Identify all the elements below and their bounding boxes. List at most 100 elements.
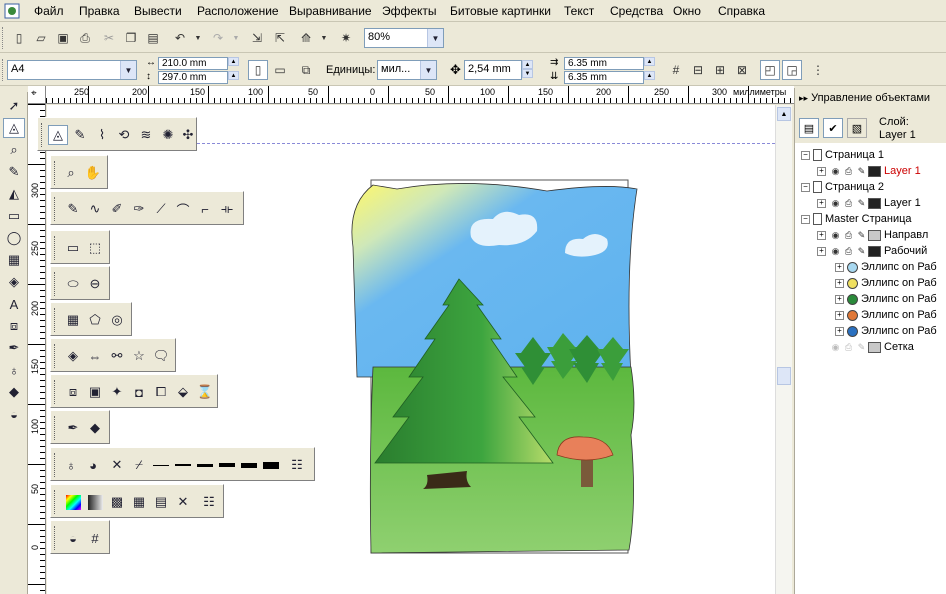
- tree-object-item[interactable]: + Эллипс on Раб: [835, 307, 937, 323]
- tree-object-item[interactable]: + Эллипс on Раб: [835, 291, 937, 307]
- snap-to-objects-icon[interactable]: ⊞: [710, 60, 730, 80]
- expand-toggle-icon[interactable]: −: [801, 182, 810, 192]
- chevron-down-icon[interactable]: ▼: [427, 29, 443, 47]
- expand-toggle-icon[interactable]: +: [817, 198, 826, 208]
- eyedropper-icon[interactable]: ✒: [63, 418, 83, 438]
- visibility-eye-icon[interactable]: ◉: [829, 166, 842, 177]
- visibility-eye-icon[interactable]: ◉: [829, 246, 842, 257]
- visibility-eye-icon[interactable]: ◉: [829, 342, 842, 353]
- three-point-curve-icon[interactable]: ⌒: [173, 199, 193, 219]
- tree-layer-item[interactable]: ◉ ⎙ ✎ Сетка: [817, 339, 914, 355]
- paintbucket-icon[interactable]: ◆: [85, 418, 105, 438]
- copy-icon[interactable]: ❐: [121, 28, 141, 48]
- attract-icon[interactable]: ✣: [178, 125, 198, 145]
- rectangle-icon[interactable]: ▭: [63, 238, 83, 258]
- fountain-fill-icon[interactable]: [85, 492, 105, 512]
- flyout-grip[interactable]: [41, 123, 44, 147]
- expand-toggle-icon[interactable]: +: [835, 310, 844, 320]
- printable-icon[interactable]: ⎙: [842, 342, 855, 353]
- drop-shadow-icon[interactable]: ◘: [129, 382, 149, 402]
- expand-toggle-icon[interactable]: +: [835, 326, 844, 336]
- blend-icon[interactable]: ⧈: [63, 382, 83, 402]
- menu-file[interactable]: Файл: [34, 4, 64, 18]
- zoom-level-select[interactable]: 80% ▼: [364, 28, 444, 48]
- snap-to-guidelines-icon[interactable]: ⊟: [688, 60, 708, 80]
- tree-layer-item[interactable]: + ◉ ⎙ ✎ Layer 1: [817, 163, 921, 179]
- flyout-grip[interactable]: [54, 490, 57, 514]
- tree-page-item[interactable]: − Master Страница: [801, 211, 912, 227]
- menu-window[interactable]: Окно: [673, 4, 701, 18]
- vertical-ruler[interactable]: 300 250 200 150 100 50 0: [28, 104, 46, 594]
- menu-effects[interactable]: Эффекты: [382, 4, 437, 18]
- arrow-shapes-icon[interactable]: ⇔: [85, 346, 105, 366]
- texture-fill-icon[interactable]: ▦: [129, 492, 149, 512]
- no-fill-icon[interactable]: ✕: [173, 492, 193, 512]
- color-docker-icon[interactable]: ☷: [287, 455, 307, 475]
- interactive-fill-tool-icon[interactable]: ◒: [3, 404, 25, 424]
- draw-bounding-icon[interactable]: ◲: [782, 60, 802, 80]
- outline-24-point-icon[interactable]: [261, 455, 281, 475]
- pattern-fill-icon[interactable]: ▩: [107, 492, 127, 512]
- three-point-ellipse-icon[interactable]: ⊖: [85, 274, 105, 294]
- launcher-dropdown-icon[interactable]: ▼: [314, 28, 334, 48]
- toolbar-grip[interactable]: [2, 27, 5, 49]
- menu-edit[interactable]: Правка: [79, 4, 120, 18]
- page-width-input[interactable]: 210.0 mm: [158, 57, 228, 70]
- freehand-icon[interactable]: ✎: [63, 199, 83, 219]
- landscape-icon[interactable]: ▭: [270, 60, 290, 80]
- flyout-grip[interactable]: [54, 380, 57, 404]
- menu-bitmaps[interactable]: Битовые картинки: [450, 4, 551, 18]
- application-launcher-icon[interactable]: ⟰: [296, 28, 316, 48]
- freehand-tool-icon[interactable]: ✎: [3, 162, 25, 182]
- open-icon[interactable]: ▱: [31, 28, 51, 48]
- zoom-tool-icon[interactable]: ⌕: [3, 140, 25, 160]
- outline-1-point-icon[interactable]: [173, 455, 193, 475]
- portrait-icon[interactable]: ▯: [248, 60, 268, 80]
- printable-icon[interactable]: ⎙: [842, 246, 855, 257]
- graph-paper-icon[interactable]: ▦: [63, 310, 83, 330]
- dupy-spin-up[interactable]: ▲: [644, 71, 655, 80]
- flyout-grip[interactable]: [54, 308, 57, 332]
- printable-icon[interactable]: ⎙: [842, 230, 855, 241]
- chevron-down-icon[interactable]: ▼: [120, 61, 136, 79]
- docker-collapse-icon[interactable]: ▸▸: [799, 93, 808, 103]
- undo-dropdown-icon[interactable]: ▼: [188, 28, 208, 48]
- flyout-grip[interactable]: [54, 161, 57, 185]
- edit-across-layers-icon[interactable]: ✔: [823, 118, 843, 138]
- menu-view[interactable]: Вывести: [134, 4, 182, 18]
- flyout-grip[interactable]: [54, 272, 57, 296]
- roughen-brush-icon[interactable]: ⌇: [92, 125, 112, 145]
- fill-tool-icon[interactable]: ◆: [3, 382, 25, 402]
- editable-icon[interactable]: ✎: [855, 230, 868, 241]
- editable-icon[interactable]: ✎: [855, 198, 868, 209]
- nudge-spin-down[interactable]: ▼: [522, 69, 533, 78]
- tree-layer-item[interactable]: + ◉ ⎙ ✎ Layer 1: [817, 195, 921, 211]
- tree-page-item[interactable]: − Страница 2: [801, 179, 884, 195]
- menu-arrange[interactable]: Расположение: [197, 4, 279, 18]
- undo-icon[interactable]: ↶: [170, 28, 190, 48]
- scroll-thumb[interactable]: [777, 367, 791, 385]
- height-spin-up[interactable]: ▲: [228, 71, 239, 80]
- extrude-icon[interactable]: ⬙: [173, 382, 193, 402]
- ellipse-tool-icon[interactable]: ◯: [3, 228, 25, 248]
- tree-object-item[interactable]: + Эллипс on Раб: [835, 323, 937, 339]
- menu-align[interactable]: Выравнивание: [289, 4, 372, 18]
- cut-icon[interactable]: ✂: [99, 28, 119, 48]
- dupx-spin-up[interactable]: ▲: [644, 57, 655, 66]
- outline-2-point-icon[interactable]: [195, 455, 215, 475]
- smudge-brush-icon[interactable]: ✎: [70, 125, 90, 145]
- paste-icon[interactable]: ▤: [143, 28, 163, 48]
- distortion-icon[interactable]: ✦: [107, 382, 127, 402]
- dynamic-guides-icon[interactable]: ⊠: [732, 60, 752, 80]
- new-document-icon[interactable]: ▯: [9, 28, 29, 48]
- postscript-fill-icon[interactable]: ▤: [151, 492, 171, 512]
- dimension-icon[interactable]: ⟛: [217, 199, 237, 219]
- nudge-distance-input[interactable]: 2,54 mm: [464, 60, 522, 80]
- callout-shapes-icon[interactable]: 🗨: [151, 346, 171, 366]
- outline-pen-icon[interactable]: ♁: [61, 455, 81, 475]
- hairline-icon[interactable]: ⌿: [129, 455, 149, 475]
- text-tool-icon[interactable]: A: [3, 294, 25, 314]
- expand-toggle-icon[interactable]: +: [835, 262, 844, 272]
- spiral-icon[interactable]: ◎: [107, 310, 127, 330]
- tree-page-item[interactable]: − Страница 1: [801, 147, 884, 163]
